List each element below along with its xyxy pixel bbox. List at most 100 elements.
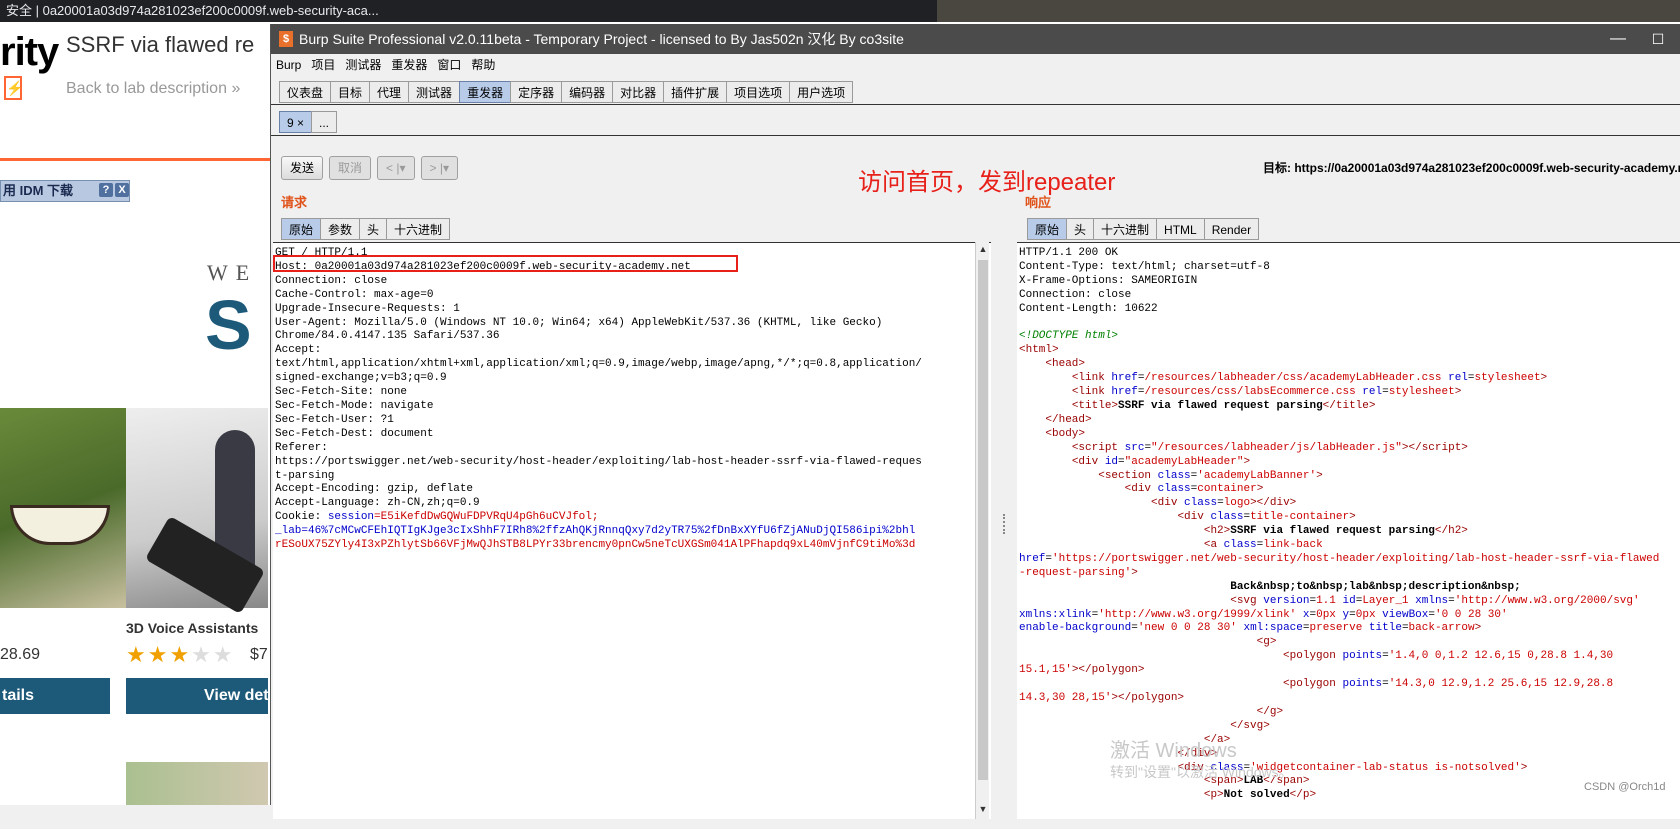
highlight-box — [273, 255, 738, 272]
divider — [271, 135, 1680, 136]
close-icon[interactable]: X — [115, 183, 129, 197]
request-search-bar[interactable] — [271, 819, 991, 829]
view-details-button[interactable]: tails — [0, 678, 110, 714]
tab-dashboard[interactable]: 仪表盘 — [279, 81, 332, 103]
tab-render[interactable]: Render — [1203, 218, 1260, 240]
response-label: 响应 — [1025, 195, 1052, 210]
idm-download-label[interactable]: 用 IDM 下载 — [1, 181, 73, 201]
response-header: Connection: close — [1019, 288, 1132, 301]
request-line: Upgrade-Insecure-Requests: 1 — [275, 302, 460, 315]
request-editor[interactable]: GET / HTTP/1.1 Host: 0a20001a03d974a2810… — [273, 242, 991, 819]
windows-activation-hint: 转到"设置"以激活 Windows。 — [1110, 764, 1293, 780]
request-view-tabs: 原始 参数头十六进制 — [281, 218, 451, 240]
request-scrollbar[interactable]: ▲ ▼ — [975, 242, 989, 819]
cookie-name: session — [327, 511, 375, 524]
cancel-button[interactable]: 取消 — [329, 156, 372, 180]
main-tabs: 仪表盘 目标 代理 测试器 重发器 定序器 编码器 对比器 插件扩展 项目选项 用户选项 — [279, 81, 854, 105]
repeater-toolbar: 发送 取消 < |▾ > |▾ — [281, 156, 464, 180]
drag-handle-icon[interactable] — [1003, 514, 1009, 534]
csdn-watermark: CSDN @Orch1d — [1584, 781, 1666, 793]
response-header: HTTP/1.1 200 OK — [1019, 247, 1119, 259]
cookie-prefix: Cookie: — [275, 511, 328, 524]
desktop-background — [937, 0, 1680, 22]
scrollbar-thumb[interactable] — [978, 260, 988, 780]
star-empty-icon: ★★ — [191, 642, 235, 667]
html-title: SSRF via flawed request parsing — [1118, 399, 1323, 412]
lab-title: SSRF via flawed re — [66, 32, 255, 57]
response-text[interactable]: HTTP/1.1 200 OK Content-Type: text/html;… — [1019, 247, 1659, 803]
tab-html[interactable]: HTML — [1156, 218, 1205, 240]
divider — [0, 158, 270, 161]
request-label: 请求 — [281, 195, 308, 210]
menu-burp[interactable]: Burp — [271, 54, 306, 76]
tab-repeater[interactable]: 重发器 — [459, 81, 512, 103]
tab-decoder[interactable]: 编码器 — [561, 81, 614, 103]
repeater-tabs: 9 ×... — [279, 111, 338, 133]
title-bar[interactable]: $ Burp Suite Professional v2.0.11beta - … — [271, 24, 1680, 54]
request-line: Sec-Fetch-Mode: navigate — [275, 399, 434, 412]
annotation-text: 访问首页，发到repeater — [858, 169, 1116, 196]
scroll-up-icon[interactable]: ▲ — [976, 242, 990, 256]
request-line: text/html,application/xhtml+xml,applicat… — [275, 358, 922, 371]
divider — [271, 104, 1680, 105]
target-label[interactable]: 目标: https://0a20001a03d974a281023ef200c0… — [1263, 159, 1680, 176]
back-button[interactable]: < |▾ — [377, 156, 415, 180]
burp-window: $ Burp Suite Professional v2.0.11beta - … — [270, 24, 1680, 829]
menu-intruder[interactable]: 测试器 — [340, 54, 386, 76]
forward-button[interactable]: > |▾ — [420, 156, 458, 180]
response-editor[interactable]: HTTP/1.1 200 OK Content-Type: text/html;… — [1017, 242, 1680, 819]
menu-repeater[interactable]: 重发器 — [386, 54, 432, 76]
product-price: $7 — [250, 646, 268, 663]
request-line: Connection: close — [275, 274, 388, 287]
tab-project-options[interactable]: 项目选项 — [726, 81, 791, 103]
tab-target[interactable]: 目标 — [330, 81, 371, 103]
menu-window[interactable]: 窗口 — [432, 54, 466, 76]
send-button[interactable]: 发送 — [281, 156, 324, 180]
tab-params[interactable]: 参数 — [320, 218, 361, 240]
back-to-lab-link[interactable]: Back to lab description » — [66, 80, 240, 98]
tab-headers[interactable]: 头 — [1066, 218, 1095, 240]
request-line: Sec-Fetch-User: ?1 — [275, 413, 394, 426]
html-heading: SSRF via flawed request parsing — [1230, 525, 1435, 538]
minimize-button[interactable]: — — [1603, 24, 1633, 54]
scroll-down-icon[interactable]: ▼ — [976, 802, 990, 816]
tab-raw[interactable]: 原始 — [1027, 218, 1068, 240]
request-text[interactable]: GET / HTTP/1.1 Host: 0a20001a03d974a2810… — [275, 247, 922, 553]
request-line: t-parsing — [275, 469, 335, 482]
request-line: Accept-Encoding: gzip, deflate — [275, 483, 474, 496]
request-line: https://portswigger.net/web-security/hos… — [275, 455, 922, 468]
window-title: Burp Suite Professional v2.0.11beta - Te… — [299, 31, 904, 47]
menu-project[interactable]: 项目 — [306, 54, 340, 76]
split-pane-divider[interactable] — [995, 184, 1017, 824]
request-line: Chrome/84.0.4147.135 Safari/537.36 — [275, 330, 500, 343]
tab-comparer[interactable]: 对比器 — [612, 81, 665, 103]
browser-tab[interactable]: 安全 | 0a20001a03d974a281023ef200c0009f.we… — [0, 0, 937, 22]
repeater-tab-9[interactable]: 9 × — [279, 111, 313, 133]
tab-hex[interactable]: 十六进制 — [386, 218, 451, 240]
view-details-button[interactable]: View det — [126, 678, 268, 714]
response-search-bar[interactable] — [1017, 819, 1680, 829]
response-header: Content-Type: text/html; charset=utf-8 — [1019, 260, 1270, 273]
tab-extender[interactable]: 插件扩展 — [663, 81, 728, 103]
help-icon[interactable]: ? — [99, 183, 113, 197]
tab-proxy[interactable]: 代理 — [369, 81, 410, 103]
product-image — [126, 762, 268, 805]
lightning-icon: ⚡ — [4, 76, 23, 100]
tab-sequencer[interactable]: 定序器 — [510, 81, 563, 103]
tab-user-options[interactable]: 用户选项 — [789, 81, 854, 103]
tab-headers[interactable]: 头 — [359, 218, 388, 240]
request-line: Accept: — [275, 344, 322, 357]
tab-raw[interactable]: 原始 — [281, 218, 322, 240]
request-line: Accept-Language: zh-CN,zh;q=0.9 — [275, 497, 480, 510]
windows-activation-watermark: 激活 Windows — [1110, 740, 1237, 762]
request-line: Referer: — [275, 441, 328, 454]
cookie-value: rESoUX75ZYly4I3xPZhlytSb66VFjMwQJhSTB8LP… — [275, 539, 916, 552]
tab-intruder[interactable]: 测试器 — [408, 81, 461, 103]
idm-download-bar[interactable]: 用 IDM 下载 ? X — [0, 180, 130, 202]
tab-hex[interactable]: 十六进制 — [1093, 218, 1158, 240]
cookie-value: _lab=46%7cMCwCFEhIQTIgKJge3cIxShhF7IRh8%… — [275, 525, 916, 538]
repeater-tab-new[interactable]: ... — [311, 111, 338, 133]
maximize-button[interactable]: ☐ — [1643, 24, 1673, 54]
menu-help[interactable]: 帮助 — [466, 54, 500, 76]
product-title: 3D Voice Assistants — [126, 620, 259, 636]
